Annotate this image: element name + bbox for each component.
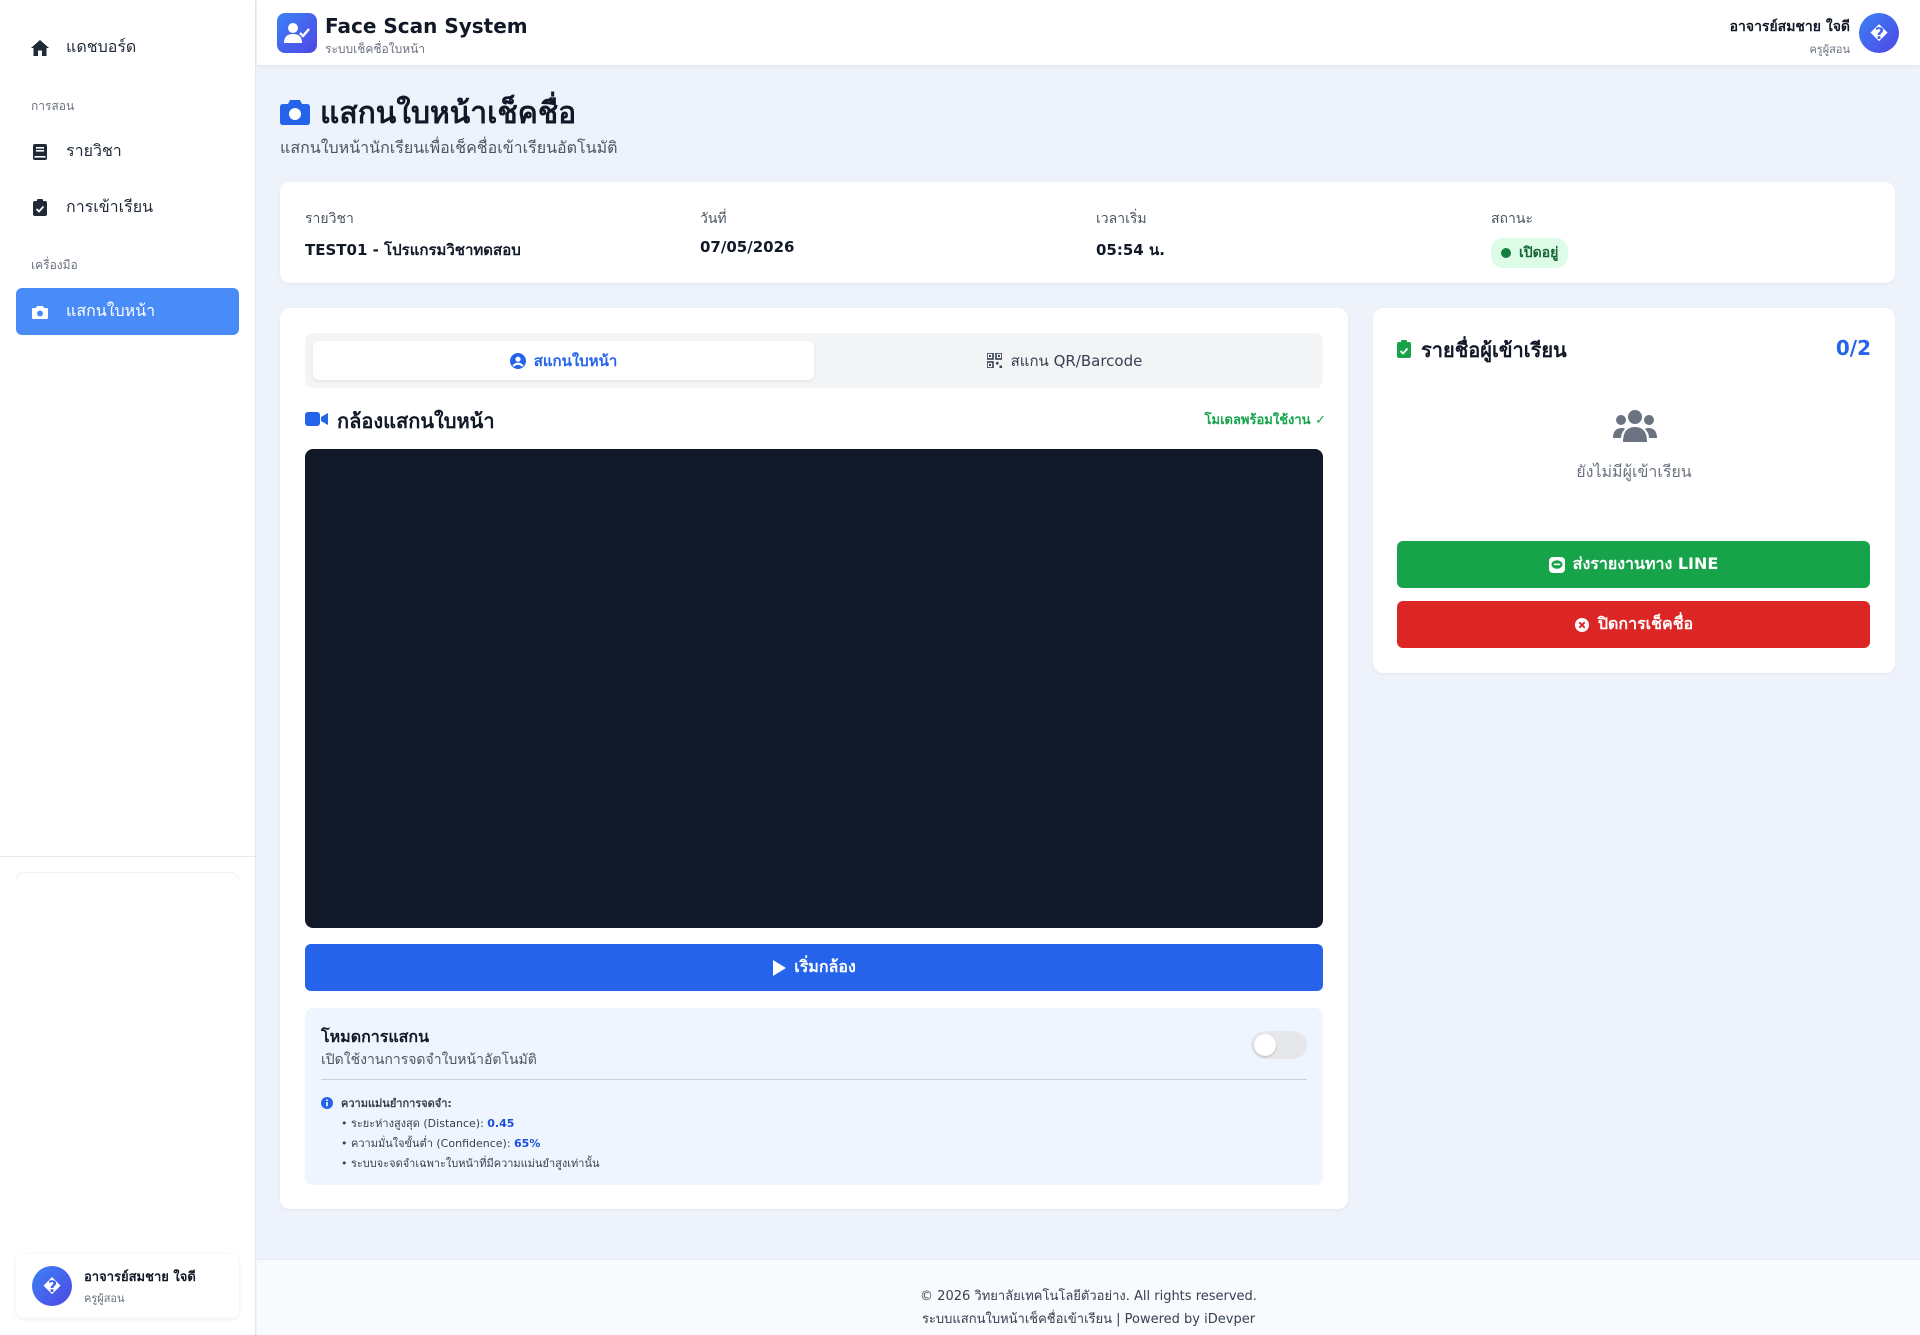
confidence-line: • ความมั่นใจขั้นต่ำ (Confidence): 65% xyxy=(341,1134,540,1152)
app-subtitle: ระบบเช็คชื่อใบหน้า xyxy=(325,42,426,56)
user-name: อาจารย์สมชาย ใจดี xyxy=(1729,19,1850,35)
user-check-logo-icon xyxy=(277,13,317,53)
start-camera-button[interactable]: เริ่มกล้อง xyxy=(305,944,1323,991)
qrcode-icon xyxy=(986,352,1003,369)
line-icon xyxy=(1548,556,1565,573)
camera-title-text: กล้องแสกนใบหน้า xyxy=(337,409,495,433)
distance-value: 0.45 xyxy=(487,1117,515,1130)
accuracy-note: • ระบบจะจดจำเฉพาะใบหน้าที่มีความแม่นยำสู… xyxy=(341,1157,600,1170)
app-title: Face Scan System xyxy=(325,14,528,38)
avatar: � xyxy=(32,1266,72,1306)
tab-label: สแกน QR/Barcode xyxy=(1010,351,1143,370)
book-icon xyxy=(30,142,50,162)
user-role: ครูผู้สอน xyxy=(1809,43,1850,56)
scan-mode-title: โหมดการแสกน xyxy=(321,1027,430,1046)
page-subtitle: แสกนใบหน้านักเรียนเพื่อเช็คชื่อเข้าเรียน… xyxy=(280,138,618,157)
home-icon xyxy=(30,38,50,58)
sidebar: แดชบอร์ด การสอน รายวิชา การเข้าเรียน เคร… xyxy=(0,0,256,1335)
users-icon xyxy=(1613,408,1657,444)
close-attendance-label: ปิดการเช็คชื่อ xyxy=(1597,614,1694,633)
scanner-card: สแกนใบหน้า สแกน QR/Barcode กล้องแสกนใบหน… xyxy=(280,308,1348,1209)
auto-recognition-toggle[interactable] xyxy=(1251,1031,1307,1059)
divider xyxy=(321,1079,1307,1080)
sidebar-item-face-scan[interactable]: แสกนใบหน้า xyxy=(16,288,239,335)
toggle-knob xyxy=(1254,1034,1276,1056)
user-role: ครูผู้สอน xyxy=(84,1291,125,1305)
page-title-text: แสกนใบหน้าเช็คชื่อ xyxy=(320,96,577,131)
info-icon xyxy=(321,1097,333,1109)
attendance-title: รายชื่อผู้เข้าเรียน xyxy=(1397,334,1567,366)
sidebar-section-teaching: การสอน xyxy=(31,99,75,113)
times-circle-icon xyxy=(1574,617,1590,633)
sidebar-item-label: แสกนใบหน้า xyxy=(66,301,156,320)
empty-state-text: ยังไม่มีผู้เข้าเรียน xyxy=(1576,462,1692,481)
course-info: รายวิชา TEST01 - โปรแกรมวิชาทดสอบ xyxy=(305,208,521,262)
close-attendance-button[interactable]: ปิดการเช็คชื่อ xyxy=(1397,601,1870,648)
time-label: เวลาเริ่ม xyxy=(1096,211,1147,227)
course-label: รายวิชา xyxy=(305,211,354,227)
top-user-info[interactable]: อาจารย์สมชาย ใจดี ครูผู้สอน xyxy=(1730,16,1850,58)
tab-label: สแกนใบหน้า xyxy=(533,351,618,370)
date-info: วันที่ 07/05/2026 xyxy=(700,208,794,256)
camera-preview xyxy=(305,449,1323,928)
scan-mode-tabs: สแกนใบหน้า สแกน QR/Barcode xyxy=(305,333,1323,388)
page-title: แสกนใบหน้าเช็คชื่อ xyxy=(280,90,576,137)
status-value: เปิดอยู่ xyxy=(1519,245,1559,261)
attendance-count: 0/2 xyxy=(1835,336,1871,360)
sidebar-section-tools: เครื่องมือ xyxy=(31,258,78,272)
scan-mode-subtitle: เปิดใช้งานการจดจำใบหน้าอัตโนมัติ xyxy=(321,1052,537,1068)
start-camera-label: เริ่มกล้อง xyxy=(794,957,856,976)
camera-section-title: กล้องแสกนใบหน้า xyxy=(305,405,495,437)
status-badge: เปิดอยู่ xyxy=(1491,238,1569,268)
sidebar-item-attendance[interactable]: การเข้าเรียน xyxy=(16,184,239,231)
clipboard-check-icon xyxy=(1397,340,1411,360)
scan-mode-panel: โหมดการแสกน เปิดใช้งานการจดจำใบหน้าอัตโน… xyxy=(305,1008,1323,1185)
play-icon xyxy=(772,959,787,976)
send-line-label: ส่งรายงานทาง LINE xyxy=(1572,554,1719,573)
sidebar-item-dashboard[interactable]: แดชบอร์ด xyxy=(16,24,239,71)
clipboard-check-icon xyxy=(30,198,50,218)
distance-line: • ระยะห่างสูงสุด (Distance): 0.45 xyxy=(341,1114,514,1132)
date-label: วันที่ xyxy=(700,211,727,227)
sidebar-item-label: แดชบอร์ด xyxy=(66,37,137,56)
sidebar-panel-edge xyxy=(16,872,239,880)
user-name: อาจารย์สมชาย ใจดี xyxy=(84,1269,196,1285)
distance-label: • ระยะห่างสูงสุด (Distance): xyxy=(341,1117,488,1130)
date-value: 07/05/2026 xyxy=(700,238,795,256)
status-label: สถานะ xyxy=(1491,211,1533,227)
status-dot-icon xyxy=(1501,248,1511,258)
tab-qr-scan[interactable]: สแกน QR/Barcode xyxy=(814,341,1315,380)
footer: © 2026 วิทยาลัยเทคโนโลยีตัวอย่าง. All ri… xyxy=(257,1259,1920,1335)
user-circle-icon xyxy=(509,352,526,369)
sidebar-divider xyxy=(0,856,256,857)
time-value: 05:54 น. xyxy=(1096,241,1165,259)
avatar[interactable]: � xyxy=(1859,13,1899,53)
send-line-report-button[interactable]: ส่งรายงานทาง LINE xyxy=(1397,541,1870,588)
sidebar-item-label: การเข้าเรียน xyxy=(66,197,154,216)
attendance-title-text: รายชื่อผู้เข้าเรียน xyxy=(1421,338,1567,362)
sidebar-item-label: รายวิชา xyxy=(66,141,122,160)
video-camera-icon xyxy=(305,411,329,431)
sidebar-user-card[interactable]: � อาจารย์สมชาย ใจดี ครูผู้สอน xyxy=(16,1254,239,1318)
confidence-label: • ความมั่นใจขั้นต่ำ (Confidence): xyxy=(341,1137,515,1150)
footer-powered-by: ระบบแสกนใบหน้าเช็คชื่อเข้าเรียน | Powere… xyxy=(921,1312,1256,1327)
footer-copyright: © 2026 วิทยาลัยเทคโนโลยีตัวอย่าง. All ri… xyxy=(920,1289,1257,1304)
accuracy-title-text: ความแม่นยำการจดจำ: xyxy=(341,1097,452,1110)
top-bar: Face Scan System ระบบเช็คชื่อใบหน้า อาจา… xyxy=(257,0,1920,65)
sidebar-item-courses[interactable]: รายวิชา xyxy=(16,128,239,175)
accuracy-title: ความแม่นยำการจดจำ: xyxy=(321,1094,452,1112)
camera-icon xyxy=(30,302,50,322)
confidence-value: 65% xyxy=(514,1137,541,1150)
status-info: สถานะ เปิดอยู่ xyxy=(1491,208,1569,268)
tab-face-scan[interactable]: สแกนใบหน้า xyxy=(313,341,814,380)
camera-icon xyxy=(280,99,310,129)
time-info: เวลาเริ่ม 05:54 น. xyxy=(1096,208,1165,262)
attendance-card: รายชื่อผู้เข้าเรียน 0/2 ยังไม่มีผู้เข้าเ… xyxy=(1373,308,1895,673)
session-info-card: รายวิชา TEST01 - โปรแกรมวิชาทดสอบ วันที่… xyxy=(280,182,1895,283)
model-status: โมเดลพร้อมใช้งาน ✓ xyxy=(1204,413,1326,428)
course-value: TEST01 - โปรแกรมวิชาทดสอบ xyxy=(305,241,521,259)
